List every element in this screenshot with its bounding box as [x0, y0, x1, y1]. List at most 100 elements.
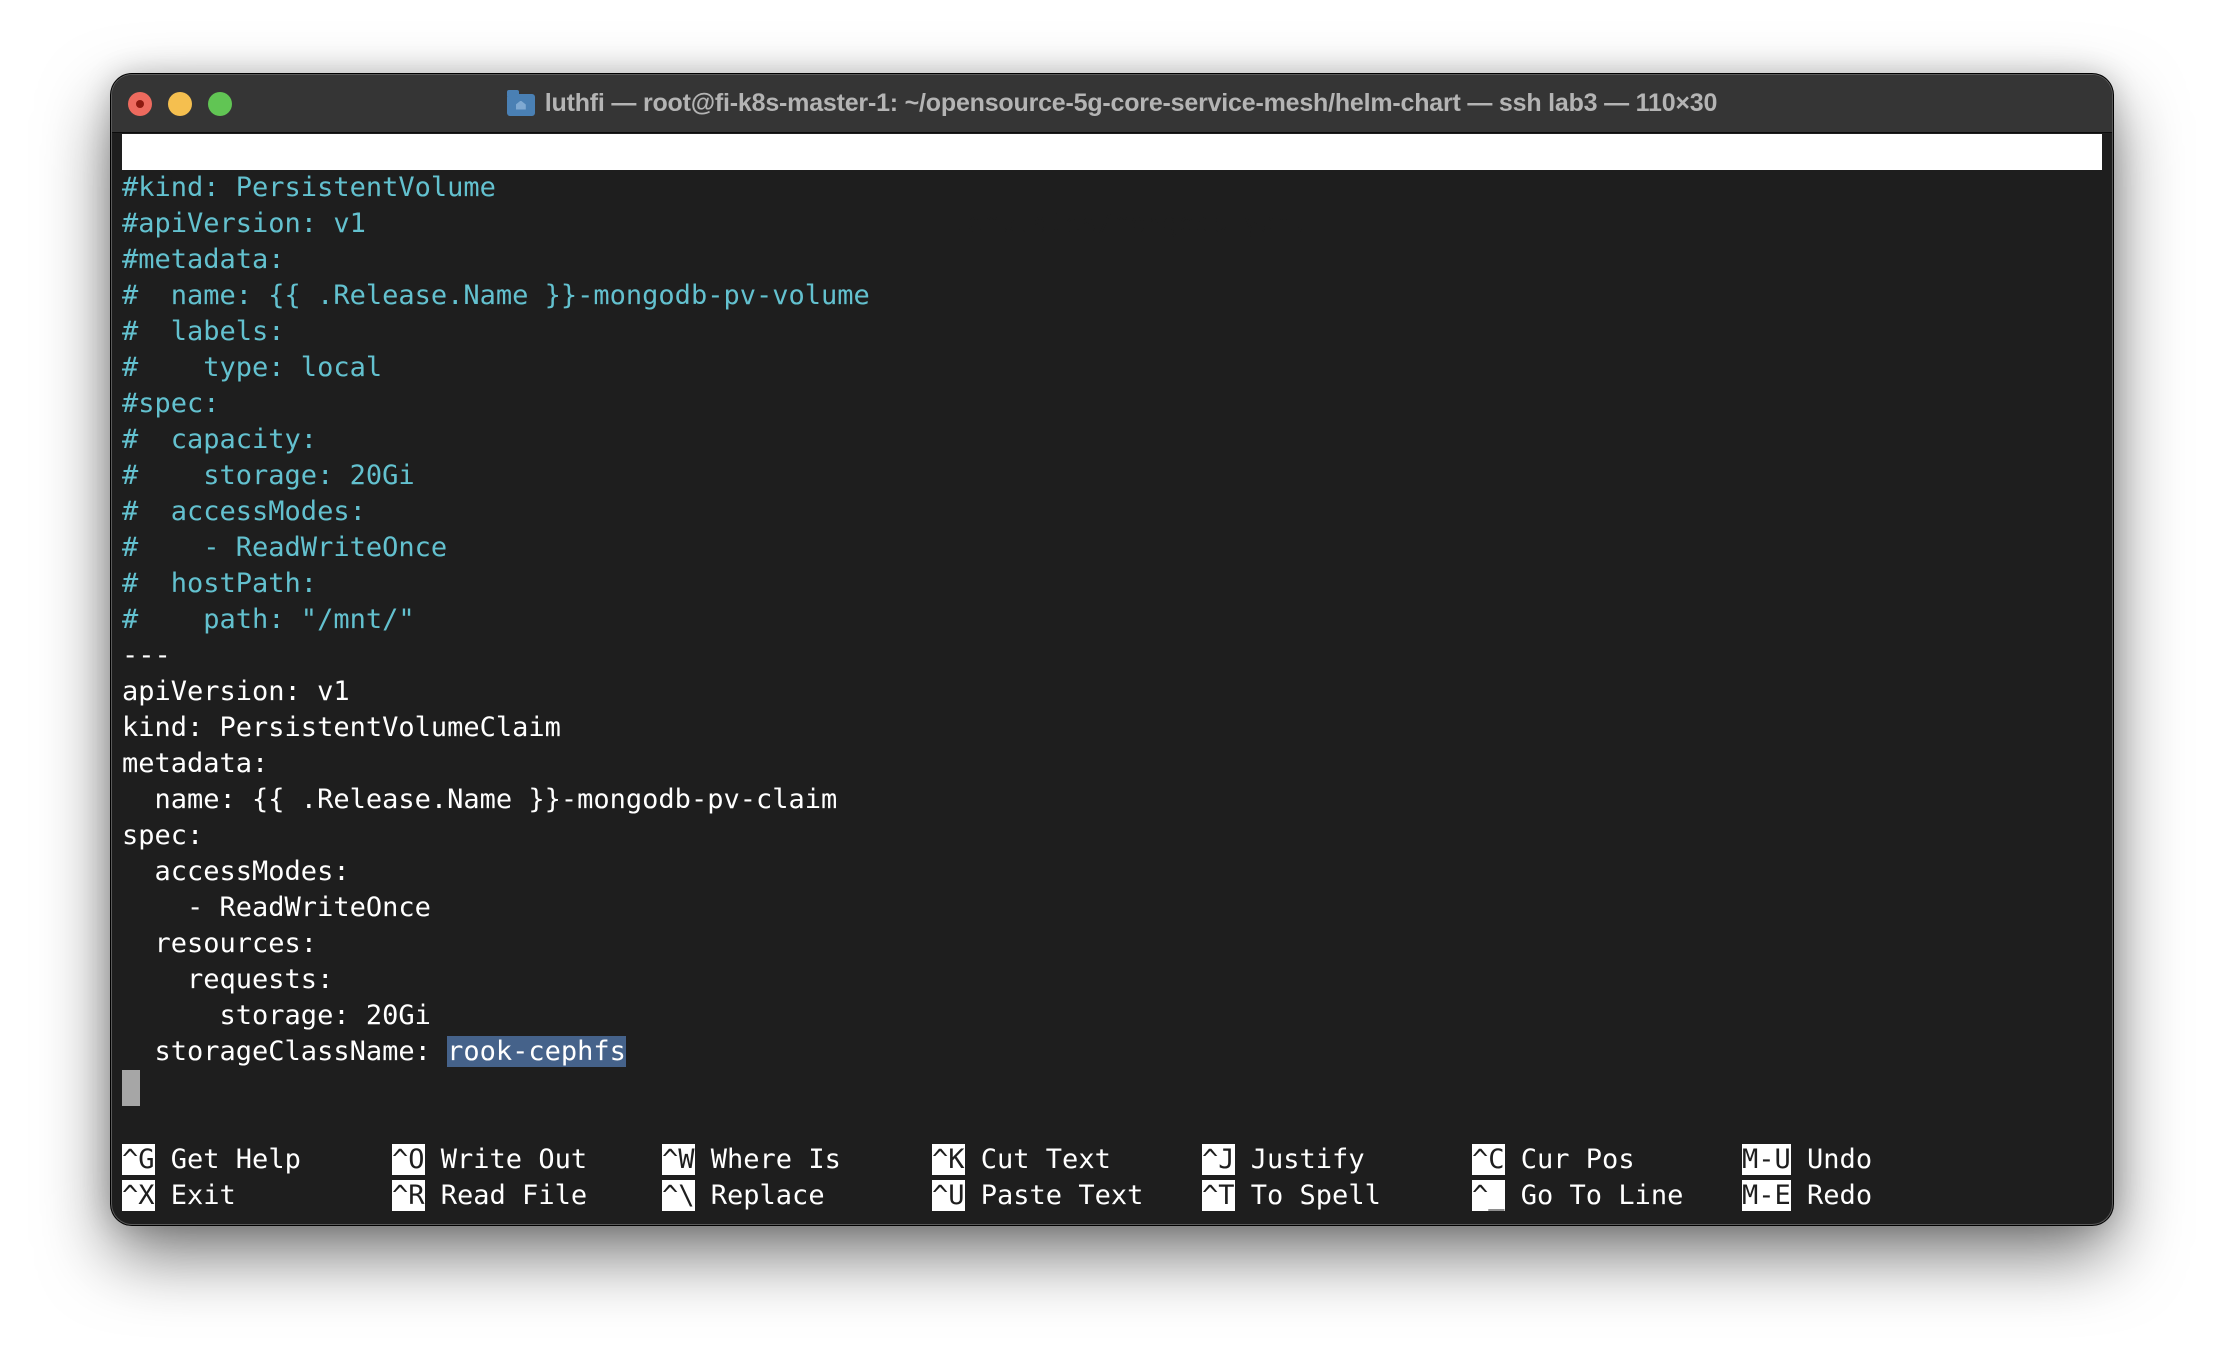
- shortcut-label: Paste Text: [980, 1180, 1144, 1211]
- shortcut-key: ^C: [1472, 1144, 1505, 1175]
- text-cursor: [122, 1070, 140, 1106]
- shortcut-key: ^\: [662, 1180, 695, 1211]
- home-folder-icon: [506, 89, 535, 116]
- shortcut-label: Go To Line: [1520, 1180, 1684, 1211]
- shortcut-item[interactable]: ^C Cur Pos: [1472, 1142, 1635, 1178]
- shortcut-key: ^O: [392, 1144, 425, 1175]
- shortcut-label: Replace: [710, 1180, 825, 1211]
- shortcut-key: ^R: [392, 1180, 425, 1211]
- shortcut-label: Where Is: [710, 1144, 841, 1175]
- editor-line[interactable]: # hostPath:: [122, 566, 317, 602]
- editor-line[interactable]: # type: local: [122, 350, 382, 386]
- line-text: # hostPath:: [122, 568, 318, 599]
- shortcut-item[interactable]: ^X Exit: [122, 1178, 236, 1214]
- shortcut-key: ^X: [122, 1180, 155, 1211]
- shortcut-gap: [695, 1180, 711, 1211]
- line-text: # labels:: [122, 316, 285, 347]
- line-text: # - ReadWriteOnce: [122, 532, 448, 563]
- shortcut-key: M-E: [1742, 1180, 1791, 1211]
- shortcut-label: Get Help: [170, 1144, 301, 1175]
- line-text: # name: {{ .Release.Name }}-mongodb-pv-v…: [122, 280, 870, 311]
- shortcut-item[interactable]: ^\ Replace: [662, 1178, 825, 1214]
- editor-line[interactable]: # labels:: [122, 314, 285, 350]
- shortcut-gap: [1505, 1180, 1521, 1211]
- line-text: #apiVersion: v1: [122, 208, 366, 239]
- shortcut-label: Cut Text: [980, 1144, 1111, 1175]
- editor-line[interactable]: # capacity:: [122, 422, 317, 458]
- shortcut-label: To Spell: [1250, 1180, 1381, 1211]
- shortcut-item[interactable]: ^G Get Help: [122, 1142, 301, 1178]
- window-title: luthfi — root@fi-k8s-master-1: ~/opensou…: [544, 89, 1718, 117]
- line-text: # storage: 20Gi: [122, 460, 415, 491]
- shortcut-label: Write Out: [440, 1144, 588, 1175]
- file-name: templates/mongodb.yaml: [951, 208, 1309, 239]
- editor-line[interactable]: metadata:: [122, 746, 268, 782]
- line-text: - ReadWriteOnce: [122, 892, 431, 923]
- editor-line[interactable]: #kind: PersistentVolume: [122, 170, 496, 206]
- shortcut-gap: [1791, 1180, 1807, 1211]
- shortcut-gap: [965, 1144, 981, 1175]
- shortcut-item[interactable]: ^K Cut Text: [932, 1142, 1111, 1178]
- editor-line[interactable]: # accessModes:: [122, 494, 366, 530]
- shortcut-gap: [425, 1144, 441, 1175]
- shortcut-gap: [1235, 1144, 1251, 1175]
- shortcut-label: Cur Pos: [1520, 1144, 1635, 1175]
- shortcut-gap: [425, 1180, 441, 1211]
- shortcut-label: Exit: [170, 1180, 236, 1211]
- shortcut-key: ^W: [662, 1144, 695, 1175]
- editor-line[interactable]: # name: {{ .Release.Name }}-mongodb-pv-v…: [122, 278, 870, 314]
- shortcut-item[interactable]: ^O Write Out: [392, 1142, 587, 1178]
- editor-line[interactable]: resources:: [122, 926, 318, 962]
- editor-line[interactable]: # storage: 20Gi: [122, 458, 415, 494]
- editor-line[interactable]: - ReadWriteOnce: [122, 890, 431, 926]
- editor-line[interactable]: #metadata:: [122, 242, 285, 278]
- editor-line[interactable]: storageClassName: rook-cephfs: [122, 1034, 626, 1070]
- shortcut-key: ^J: [1202, 1144, 1235, 1175]
- editor-line[interactable]: storage: 20Gi: [122, 998, 431, 1034]
- editor-line[interactable]: accessModes:: [122, 854, 350, 890]
- line-text: storageClassName:: [122, 1036, 448, 1067]
- shortcut-item[interactable]: ^W Where Is: [662, 1142, 841, 1178]
- terminal-window: luthfi — root@fi-k8s-master-1: ~/opensou…: [112, 75, 2112, 1224]
- shortcut-label: Justify: [1250, 1144, 1365, 1175]
- title-bar[interactable]: luthfi — root@fi-k8s-master-1: ~/opensou…: [112, 75, 2112, 133]
- editor-line[interactable]: ---: [122, 638, 171, 674]
- editor-line[interactable]: #apiVersion: v1: [122, 206, 366, 242]
- shortcut-gap: [1235, 1180, 1251, 1211]
- line-text: spec:: [122, 820, 204, 851]
- line-text: resources:: [122, 928, 318, 959]
- editor-line[interactable]: requests:: [122, 962, 333, 998]
- editor-line[interactable]: # - ReadWriteOnce: [122, 530, 447, 566]
- editor-line[interactable]: spec:: [122, 818, 203, 854]
- shortcut-item[interactable]: ^U Paste Text: [932, 1178, 1143, 1214]
- editor-line[interactable]: name: {{ .Release.Name }}-mongodb-pv-cla…: [122, 782, 838, 818]
- editor-line[interactable]: apiVersion: v1: [122, 674, 350, 710]
- nano-header-bar: GNU nano 4.8 templates/mongodb.yaml: [122, 134, 2102, 239]
- shortcut-item[interactable]: ^_ Go To Line: [1472, 1178, 1683, 1214]
- shortcut-item[interactable]: ^T To Spell: [1202, 1178, 1381, 1214]
- line-text: # accessModes:: [122, 496, 366, 527]
- editor-line[interactable]: # path: "/mnt/": [122, 602, 415, 638]
- shortcut-item[interactable]: ^J Justify: [1202, 1142, 1365, 1178]
- shortcut-gap: [155, 1180, 171, 1211]
- line-text: kind: PersistentVolumeClaim: [122, 712, 561, 743]
- shortcut-gap: [965, 1180, 981, 1211]
- editor-line[interactable]: #spec:: [122, 386, 220, 422]
- line-text: name: {{ .Release.Name }}-mongodb-pv-cla…: [122, 784, 838, 815]
- editor-line[interactable]: kind: PersistentVolumeClaim: [122, 710, 561, 746]
- line-text: ---: [122, 640, 171, 671]
- shortcut-label: Undo: [1807, 1144, 1873, 1175]
- line-text: # capacity:: [122, 424, 318, 455]
- line-text: # path: "/mnt/": [122, 604, 415, 635]
- selected-text[interactable]: rook-cephfs: [447, 1036, 626, 1067]
- shortcut-gap: [155, 1144, 171, 1175]
- terminal-content[interactable]: GNU nano 4.8 templates/mongodb.yaml #kin…: [122, 134, 2102, 1214]
- shortcut-item[interactable]: M-E Redo: [1742, 1178, 1872, 1214]
- shortcut-key: ^K: [932, 1144, 965, 1175]
- shortcut-label: Redo: [1807, 1180, 1873, 1211]
- shortcut-key: ^_: [1472, 1180, 1505, 1211]
- line-text: metadata:: [122, 748, 269, 779]
- shortcut-item[interactable]: M-U Undo: [1742, 1142, 1872, 1178]
- line-text: apiVersion: v1: [122, 676, 350, 707]
- shortcut-item[interactable]: ^R Read File: [392, 1178, 587, 1214]
